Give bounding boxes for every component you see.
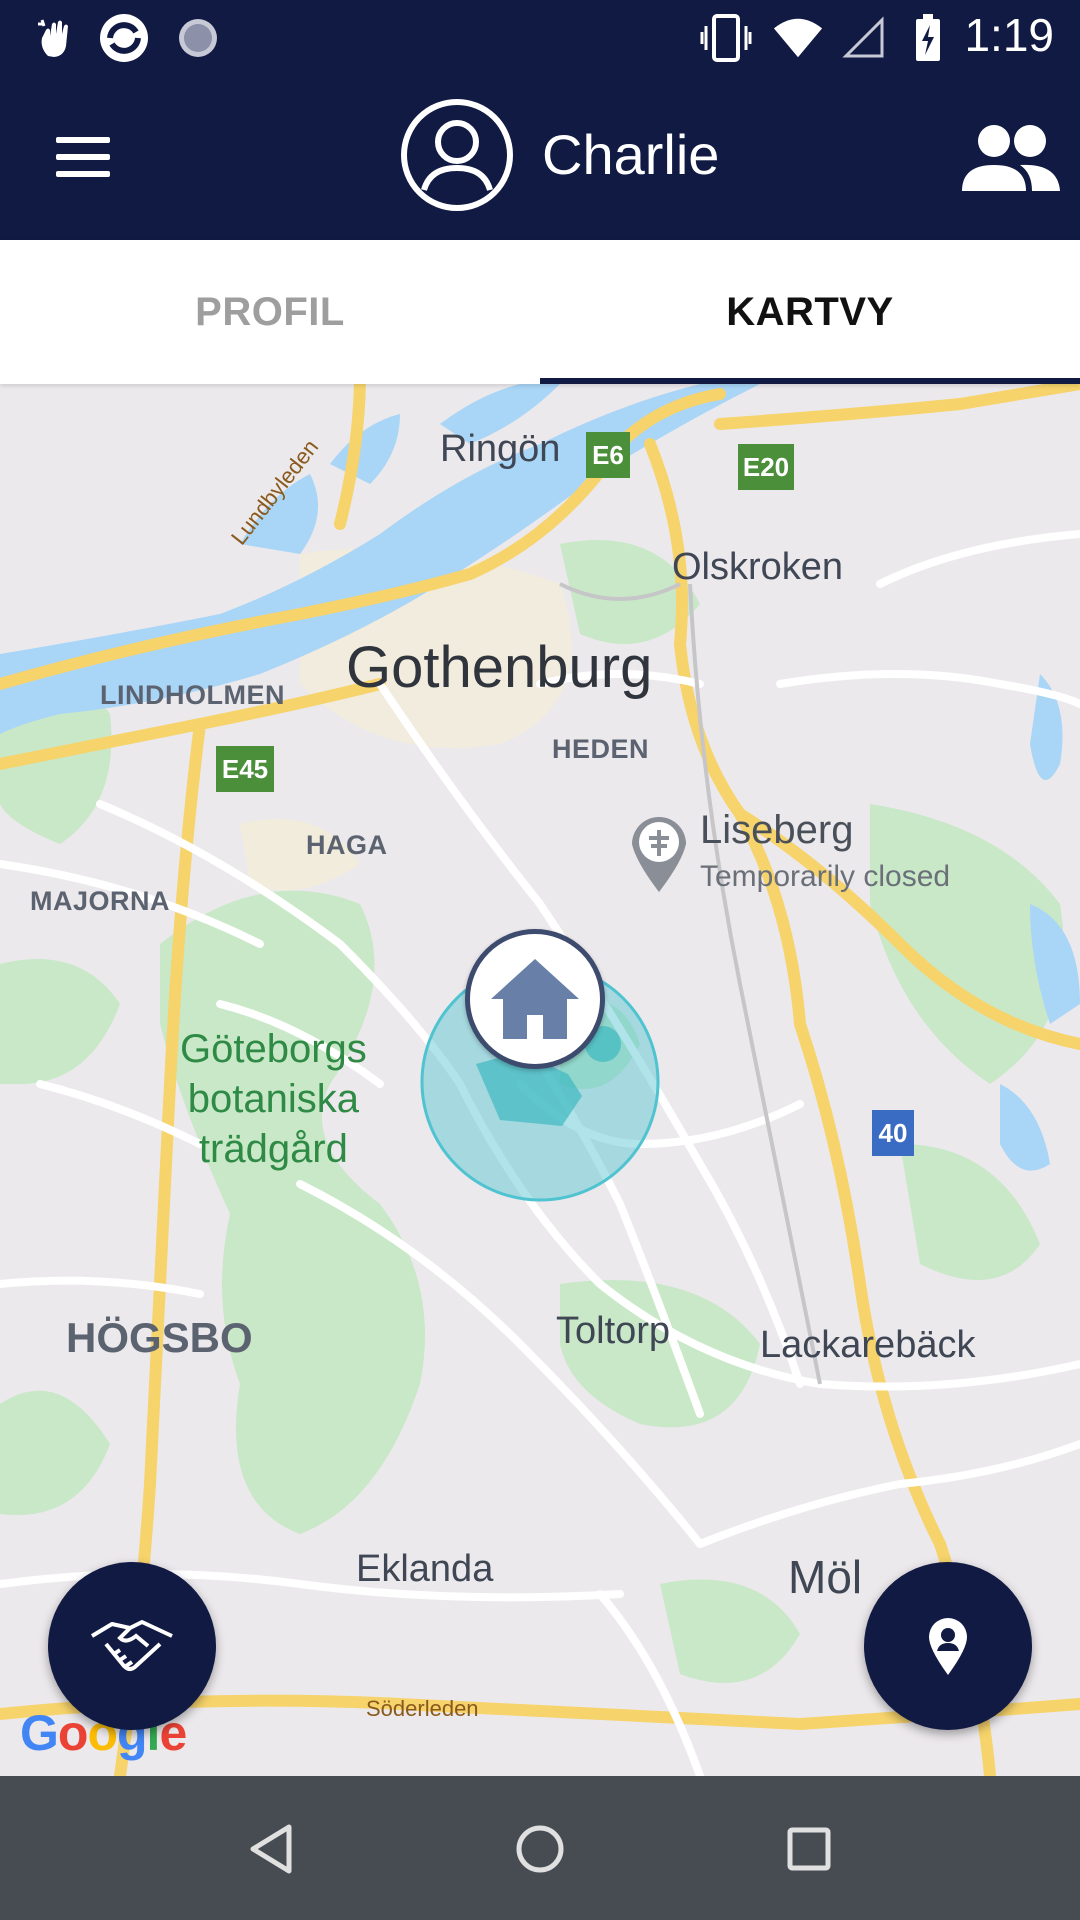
nav-recents-button[interactable] xyxy=(774,1814,844,1884)
location-pin-icon xyxy=(929,1617,967,1675)
recents-icon xyxy=(787,1827,831,1871)
nav-back-button[interactable] xyxy=(236,1814,306,1884)
map-view[interactable]: Ringön Olskroken Lundbyleden LINDHOLMEN … xyxy=(0,384,1080,1776)
home-circle-icon xyxy=(516,1825,564,1873)
road-shield-e20: E20 xyxy=(738,444,794,490)
user-name: Charlie xyxy=(542,123,720,186)
park-label-line: Göteborgs xyxy=(180,1027,367,1071)
menu-icon-bar xyxy=(56,154,110,160)
tab-bar: PROFIL KARTVY xyxy=(0,240,1080,384)
map-label-botanical-garden: Göteborgs botaniska trädgård xyxy=(180,1024,367,1174)
menu-button[interactable] xyxy=(46,125,122,187)
system-nav-bar xyxy=(0,1776,1080,1920)
road-shield-40: 40 xyxy=(872,1110,914,1156)
map-label-hogsbo: HÖGSBO xyxy=(66,1314,253,1361)
tab-kartvy[interactable]: KARTVY xyxy=(540,240,1080,384)
map-label-olskroken: Olskroken xyxy=(672,546,844,588)
tab-indicator xyxy=(540,378,1080,384)
menu-icon xyxy=(56,137,110,143)
home-icon xyxy=(491,959,579,1039)
park-label-line: botaniska xyxy=(187,1077,359,1121)
wifi-icon xyxy=(772,12,824,64)
people-icon xyxy=(962,125,1060,191)
map-label-ringon: Ringön xyxy=(440,428,561,470)
tab-profil[interactable]: PROFIL xyxy=(0,240,540,384)
cell-signal-icon xyxy=(838,12,890,64)
map-label-eklanda: Eklanda xyxy=(356,1548,494,1590)
map-label-heden: HEDEN xyxy=(552,734,650,764)
handshake-icon xyxy=(90,1620,173,1671)
status-bar: 1:19 xyxy=(0,0,1080,75)
status-time: 1:19 xyxy=(964,9,1054,61)
map-label-majorna: MAJORNA xyxy=(30,886,171,916)
road-shield-e6: E6 xyxy=(586,432,630,478)
map-label-toltorp: Toltorp xyxy=(556,1310,671,1352)
map-label-liseberg-status: Temporarily closed xyxy=(700,860,951,893)
battery-charging-icon xyxy=(902,12,954,64)
road-shield-e45: E45 xyxy=(216,746,274,792)
map-label-lackareback: Lackarebäck xyxy=(760,1324,976,1366)
location-button[interactable] xyxy=(864,1562,1032,1730)
hand-sparkle-icon xyxy=(30,12,82,64)
map-label-soderleden: Söderleden xyxy=(366,1696,479,1721)
sync-app-icon xyxy=(98,12,150,64)
vibrate-icon xyxy=(700,12,752,64)
account-circle-icon xyxy=(401,98,513,211)
people-button[interactable] xyxy=(958,121,1062,195)
app-bar: Charlie xyxy=(0,75,1080,240)
map-label-molndal: Möl xyxy=(788,1551,863,1603)
handshake-button[interactable] xyxy=(48,1562,216,1730)
map-label-liseberg: Liseberg xyxy=(700,808,854,852)
map-label-haga: HAGA xyxy=(306,830,388,860)
menu-icon-bar xyxy=(56,171,110,177)
app-title: Charlie xyxy=(400,97,719,212)
map-label-lindholmen: LINDHOLMEN xyxy=(100,680,285,710)
liseberg-poi-icon[interactable] xyxy=(628,812,690,899)
map-label-gothenburg: Gothenburg xyxy=(346,635,653,700)
back-icon xyxy=(250,1824,292,1874)
nav-home-button[interactable] xyxy=(505,1814,575,1884)
park-label-line: trädgård xyxy=(198,1127,348,1171)
loading-circle-icon xyxy=(172,12,224,64)
home-marker[interactable] xyxy=(465,929,605,1069)
